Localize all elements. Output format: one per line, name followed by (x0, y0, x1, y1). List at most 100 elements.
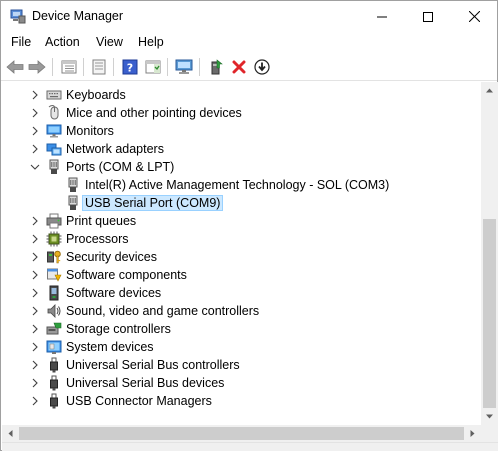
port-icon (68, 195, 78, 210)
tree-category[interactable]: Storage controllers (2, 320, 481, 338)
chevron-down-icon[interactable] (30, 162, 40, 172)
help-icon: ? (122, 59, 138, 75)
toolbar-separator (83, 58, 84, 76)
close-button[interactable] (451, 1, 497, 32)
tree-category[interactable]: Universal Serial Bus devices (2, 374, 481, 392)
maximize-button[interactable] (405, 1, 451, 32)
vertical-scrollbar[interactable] (481, 82, 498, 425)
tree-category[interactable]: Monitors (2, 122, 481, 140)
chevron-right-icon[interactable] (30, 126, 40, 136)
software-component-icon (47, 268, 62, 282)
tree-item-label[interactable]: Software devices (66, 286, 161, 300)
tree-item-label[interactable]: Mice and other pointing devices (66, 106, 242, 120)
scroll-up-icon[interactable] (485, 86, 494, 95)
chevron-right-icon[interactable] (30, 108, 40, 118)
tree-item-label[interactable]: Storage controllers (66, 322, 171, 336)
tree-item-label[interactable]: Ports (COM & LPT) (66, 160, 174, 174)
help-button[interactable]: ? (120, 57, 140, 77)
minimize-icon (377, 16, 387, 17)
action-pane-button[interactable] (143, 57, 163, 77)
tree-category[interactable]: USB Connector Managers (2, 392, 481, 410)
tree-category[interactable]: Universal Serial Bus controllers (2, 356, 481, 374)
minimize-button[interactable] (359, 1, 405, 32)
horizontal-scrollbar[interactable] (2, 425, 481, 442)
chevron-right-icon[interactable] (30, 234, 40, 244)
usb-icon (50, 375, 58, 391)
chevron-right-icon[interactable] (30, 216, 40, 226)
tree-device-item[interactable]: Intel(R) Active Management Technology - … (2, 176, 481, 194)
tree-category[interactable]: Ports (COM & LPT) (2, 158, 481, 176)
tree-item-label[interactable]: System devices (66, 340, 154, 354)
scroll-right-icon[interactable] (468, 429, 477, 438)
menu-view[interactable]: View (96, 35, 123, 49)
device-tree[interactable]: Keyboards Mice and other pointing devices… (2, 82, 481, 425)
scroll-left-icon[interactable] (6, 429, 15, 438)
tree-item-label[interactable]: Universal Serial Bus devices (66, 376, 224, 390)
chevron-right-icon[interactable] (30, 144, 40, 154)
close-icon (468, 11, 480, 22)
window-title: Device Manager (32, 9, 124, 23)
tree-item-label[interactable]: Processors (66, 232, 129, 246)
device-manager-icon (10, 8, 26, 24)
chevron-right-icon[interactable] (30, 378, 40, 388)
chevron-right-icon[interactable] (30, 288, 40, 298)
tree-category[interactable]: Software components (2, 266, 481, 284)
chevron-right-icon[interactable] (30, 252, 40, 262)
tree-category[interactable]: Mice and other pointing devices (2, 104, 481, 122)
title-bar[interactable]: Device Manager (1, 1, 497, 32)
chevron-right-icon[interactable] (30, 306, 40, 316)
uninstall-device-button[interactable] (229, 57, 249, 77)
chevron-right-icon[interactable] (30, 324, 40, 334)
tree-category[interactable]: Network adapters (2, 140, 481, 158)
tree-category[interactable]: Security devices (2, 248, 481, 266)
tree-item-label[interactable]: USB Connector Managers (66, 394, 212, 408)
chevron-right-icon[interactable] (30, 396, 40, 406)
forward-button[interactable] (27, 57, 47, 77)
back-button[interactable] (5, 57, 25, 77)
tree-item-label-selected[interactable]: USB Serial Port (COM9) (81, 195, 224, 211)
tree-item-label[interactable]: Security devices (66, 250, 157, 264)
tree-category[interactable]: Sound, video and game controllers (2, 302, 481, 320)
scroll-down-icon[interactable] (485, 412, 494, 421)
tree-device-item[interactable]: USB Serial Port (COM9) (2, 194, 481, 212)
network-adapter-icon (46, 143, 62, 156)
tree-item-label[interactable]: Intel(R) Active Management Technology - … (85, 178, 389, 192)
tree-item-label[interactable]: Sound, video and game controllers (66, 304, 259, 318)
chevron-right-icon[interactable] (30, 342, 40, 352)
software-device-icon (49, 285, 59, 301)
download-driver-button[interactable] (252, 57, 272, 77)
scan-hardware-button[interactable] (174, 57, 194, 77)
tree-item-label[interactable]: Monitors (66, 124, 114, 138)
speaker-icon (47, 304, 61, 318)
tree-item-label[interactable]: Print queues (66, 214, 136, 228)
tree-item-label[interactable]: Software components (66, 268, 187, 282)
tree-item-label[interactable]: Universal Serial Bus controllers (66, 358, 240, 372)
tree-category[interactable]: Print queues (2, 212, 481, 230)
maximize-icon (423, 11, 433, 22)
menu-action[interactable]: Action (45, 35, 80, 49)
tree-category[interactable]: Keyboards (2, 86, 481, 104)
security-key-icon (47, 250, 61, 264)
tree-item-label[interactable]: Keyboards (66, 88, 126, 102)
device-manager-window: Device Manager File Action View Help ? K… (0, 0, 498, 451)
properties-sheet-button[interactable] (89, 57, 109, 77)
menu-help[interactable]: Help (138, 35, 164, 49)
properties-list-button[interactable] (59, 57, 79, 77)
svg-text:?: ? (127, 62, 133, 75)
tree-category[interactable]: System devices (2, 338, 481, 356)
menu-file[interactable]: File (11, 35, 31, 49)
forward-arrow-icon (28, 60, 46, 74)
chevron-right-icon[interactable] (30, 90, 40, 100)
chevron-right-icon[interactable] (30, 270, 40, 280)
download-driver-icon (254, 59, 270, 75)
port-icon (49, 159, 59, 174)
vertical-scrollbar-thumb[interactable] (483, 219, 496, 408)
tree-category[interactable]: Processors (2, 230, 481, 248)
update-driver-button[interactable] (206, 57, 226, 77)
tree-category[interactable]: Software devices (2, 284, 481, 302)
horizontal-scrollbar-thumb[interactable] (19, 427, 464, 440)
back-arrow-icon (6, 60, 24, 74)
tree-item-label[interactable]: Network adapters (66, 142, 164, 156)
scrollbar-corner (481, 425, 498, 442)
chevron-right-icon[interactable] (30, 360, 40, 370)
